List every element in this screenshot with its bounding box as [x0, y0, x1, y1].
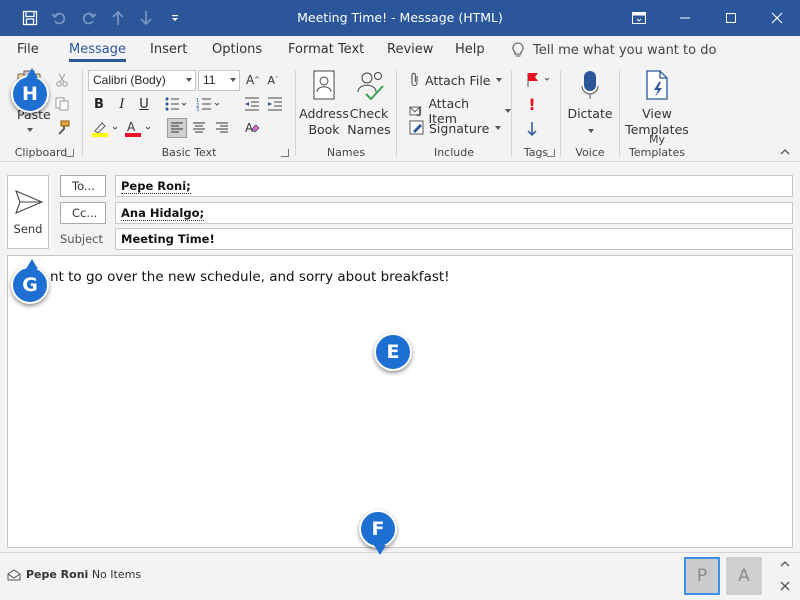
basic-text-launcher-icon[interactable] [281, 149, 289, 157]
align-left-icon[interactable] [167, 118, 187, 138]
font-name-combo[interactable]: Calibri (Body) [88, 70, 196, 91]
basic-text-label: Basic Text [161, 146, 217, 159]
cc-recipient[interactable]: Ana Hidalgo; [121, 206, 205, 221]
high-importance-icon[interactable]: ! [524, 94, 540, 114]
envelope-icon [7, 569, 21, 581]
people-pane-close-icon[interactable] [778, 579, 792, 593]
to-recipient[interactable]: Pepe Roni; [121, 179, 191, 194]
bold-icon[interactable]: B [91, 95, 107, 113]
svg-text:A: A [127, 120, 136, 134]
ribbon: Paste Clipboard Calibri (Body) 11 A ^ Aˇ … [0, 64, 800, 162]
ribbon-tabs: File Message Insert Options Format Text … [0, 36, 800, 64]
dictate-button[interactable]: Dictate [561, 106, 619, 138]
message-body-text: nt to go over the new schedule, and sorr… [50, 269, 450, 285]
clipboard-launcher-icon[interactable] [66, 149, 74, 157]
send-icon [15, 190, 43, 214]
avatar-pepe-roni[interactable]: P [684, 557, 720, 595]
voice-label: Voice [575, 146, 605, 159]
maximize-icon[interactable] [708, 0, 754, 36]
callout-f: F [359, 510, 397, 555]
callout-g: G [11, 259, 49, 304]
include-label: Include [433, 146, 475, 159]
check-names-button[interactable]: Check Names [344, 106, 394, 138]
italic-icon[interactable]: I [114, 95, 130, 113]
numbering-icon[interactable]: 123 [195, 95, 221, 113]
people-pane-status: Pepe Roni No Items [26, 568, 141, 581]
tab-options[interactable]: Options [212, 42, 262, 57]
address-book-button[interactable]: Address Book [298, 106, 350, 138]
subject-text: Meeting Time! [121, 232, 215, 246]
svg-text:3: 3 [196, 107, 199, 111]
bullets-icon[interactable] [163, 95, 189, 113]
low-importance-icon[interactable] [524, 119, 540, 139]
copy-icon[interactable] [54, 96, 70, 112]
minimize-icon[interactable] [662, 0, 708, 36]
group-names: Address Book Check Names Names [296, 64, 396, 162]
collapse-ribbon-icon[interactable] [778, 146, 792, 158]
callout-h: H [11, 68, 49, 113]
font-size-combo[interactable]: 11 [198, 70, 240, 91]
view-templates-icon[interactable] [642, 70, 672, 100]
increase-indent-icon[interactable] [266, 95, 284, 113]
cc-button[interactable]: Cc... [60, 202, 106, 224]
subject-label: Subject [60, 232, 103, 246]
tell-me-text: Tell me what you want to do [533, 43, 717, 58]
names-label: Names [326, 146, 366, 159]
tab-help[interactable]: Help [455, 42, 485, 57]
signature-button[interactable]: Signature [409, 120, 502, 136]
group-include: Attach File Attach Item Signature Includ… [397, 64, 511, 162]
to-button[interactable]: To... [60, 175, 106, 197]
align-right-icon[interactable] [213, 119, 231, 137]
my-templates-label: My Templates [629, 133, 685, 159]
follow-up-flag-icon[interactable] [524, 72, 554, 88]
clear-formatting-icon[interactable]: A [243, 119, 261, 137]
tab-format-text[interactable]: Format Text [288, 42, 364, 57]
avatar-ana-hidalgo[interactable]: A [726, 557, 762, 595]
attach-item-icon [409, 106, 422, 117]
group-my-templates: View Templates My Templates [620, 64, 694, 162]
send-button[interactable]: Send [7, 175, 49, 249]
check-names-icon[interactable] [354, 70, 386, 100]
shrink-font-icon[interactable]: Aˇ [265, 72, 281, 88]
decrease-indent-icon[interactable] [243, 95, 261, 113]
highlight-color-icon[interactable] [91, 119, 119, 137]
to-field[interactable]: Pepe Roni; [115, 175, 793, 197]
microphone-icon[interactable] [580, 70, 600, 100]
address-book-icon[interactable] [310, 70, 338, 100]
tab-review[interactable]: Review [387, 42, 433, 57]
format-painter-icon[interactable] [54, 119, 70, 135]
cc-field[interactable]: Ana Hidalgo; [115, 202, 793, 224]
tags-launcher-icon[interactable] [547, 149, 555, 157]
underline-icon[interactable]: U [136, 95, 152, 113]
group-basic-text: Calibri (Body) 11 A ^ Aˇ B I U 123 A A B… [83, 64, 295, 162]
tab-file[interactable]: File [17, 42, 39, 57]
people-pane-person: Pepe Roni [26, 568, 89, 581]
signature-icon [409, 120, 424, 135]
title-bar: Meeting Time! - Message (HTML) [0, 0, 800, 36]
tell-me-search[interactable]: Tell me what you want to do [512, 42, 716, 59]
people-pane-items: No Items [91, 568, 142, 581]
group-tags: ! Tags [512, 64, 560, 162]
subject-field[interactable]: Meeting Time! [115, 228, 793, 250]
paperclip-icon [411, 72, 418, 87]
group-voice: Dictate Voice [561, 64, 619, 162]
align-center-icon[interactable] [190, 119, 208, 137]
grow-font-icon[interactable]: A ^ [245, 72, 261, 88]
ribbon-display-options-icon[interactable] [616, 0, 662, 36]
send-label: Send [13, 222, 43, 236]
font-color-icon[interactable]: A [123, 119, 153, 137]
tab-insert[interactable]: Insert [150, 42, 187, 57]
callout-e: E [374, 333, 412, 371]
cut-icon[interactable] [54, 72, 70, 88]
tab-message[interactable]: Message [69, 42, 126, 62]
close-icon[interactable] [754, 0, 800, 36]
lightbulb-icon [512, 42, 524, 57]
paste-dropdown-icon[interactable] [24, 126, 34, 134]
people-pane-expand-icon[interactable] [778, 557, 792, 571]
attach-file-button[interactable]: Attach File [409, 72, 503, 88]
people-pane: Pepe Roni No Items P A [0, 552, 800, 600]
message-body[interactable]: nt to go over the new schedule, and sorr… [7, 255, 793, 548]
